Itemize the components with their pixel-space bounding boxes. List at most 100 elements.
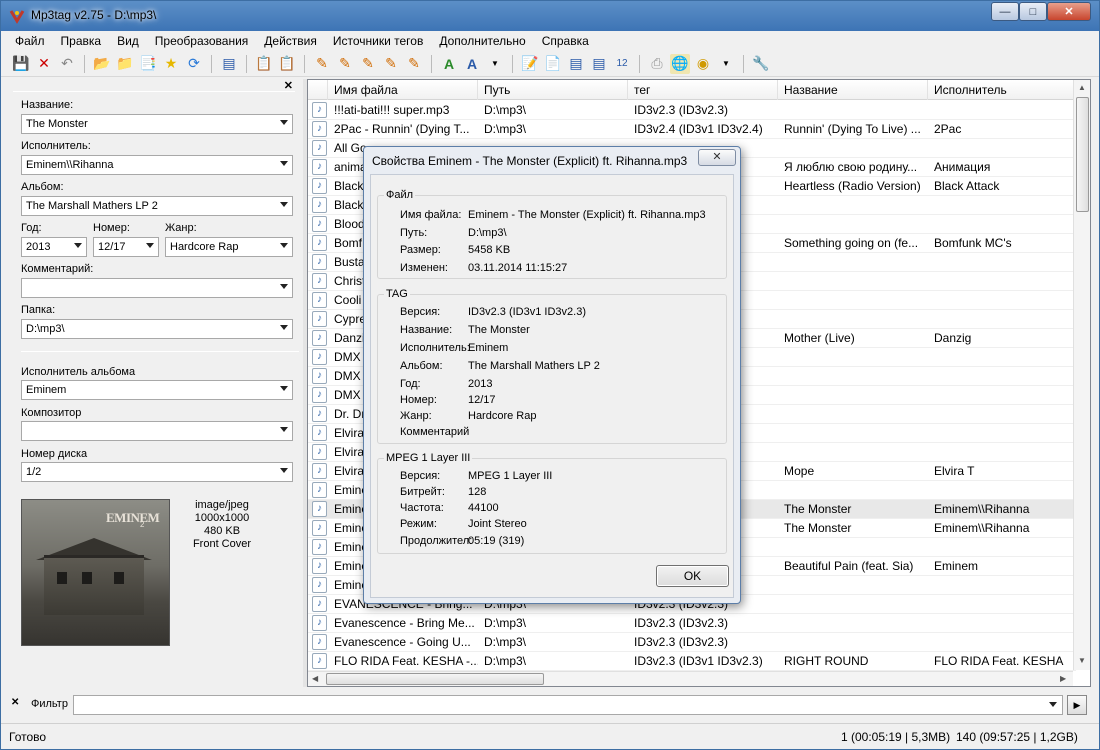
tag-track-key: Номер: [400,394,437,406]
toolbar-separator [304,54,305,73]
disc-field[interactable]: 1/2 [21,462,293,482]
menu-help[interactable]: Справка [534,34,597,48]
filter-close-icon[interactable]: ✕ [11,697,19,708]
filename-filename-icon[interactable]: ✎ [404,54,424,74]
favorites-icon[interactable]: ★ [161,54,181,74]
undo-icon[interactable]: ↶ [57,54,77,74]
album-field[interactable]: The Marshall Mathers LP 2 [21,196,293,216]
filter-apply-button[interactable]: ▶ [1067,695,1087,715]
title-label: Название: [21,99,74,111]
paste-tag-icon[interactable]: 📋 [277,54,297,74]
genre-field[interactable]: Hardcore Rap [165,237,293,257]
tag-title-key: Название: [400,324,453,336]
composer-field[interactable] [21,421,293,441]
cell-path: D:\mp3\ [484,654,527,668]
app-icon [9,10,25,24]
quick-actions-icon[interactable]: A [462,54,482,74]
file-path-value: D:\mp3\ [468,227,507,239]
close-button[interactable]: ✕ [1047,2,1091,21]
actions-icon[interactable]: A [439,54,459,74]
actions-dropdown-icon[interactable]: ▼ [485,54,505,74]
menu-tag-sources[interactable]: Источники тегов [325,34,431,48]
folder-field[interactable]: D:\mp3\ [21,319,293,339]
toolbar-separator [512,54,513,73]
track-field[interactable]: 12/17 [93,237,159,257]
album-artist-field[interactable]: Eminem [21,380,293,400]
column-artist[interactable]: Исполнитель [928,80,1078,100]
chevron-down-icon [280,468,288,473]
tag-filename-icon[interactable]: ✎ [312,54,332,74]
menu-extra[interactable]: Дополнительно [431,34,533,48]
audio-file-icon: ♪ [312,387,327,403]
menu-file[interactable]: Файл [7,34,53,48]
options-wrench-icon[interactable]: 🔧 [751,54,771,74]
column-tag[interactable]: тег [628,80,778,100]
file-path-key: Путь: [400,227,428,239]
ok-button[interactable]: OK [656,565,729,587]
text-tag-icon[interactable]: ✎ [358,54,378,74]
artist-field[interactable]: Eminem\\Rihanna [21,155,293,175]
scroll-thumb[interactable] [1076,97,1089,212]
add-dir-icon[interactable]: 📁 [115,54,135,74]
tag-tag-icon[interactable]: ✎ [381,54,401,74]
menu-convert[interactable]: Преобразования [147,34,257,48]
maximize-button[interactable]: □ [1019,2,1047,21]
menu-edit[interactable]: Правка [53,34,110,48]
export-icon[interactable]: 📝 [520,54,540,74]
audio-file-icon: ♪ [312,482,327,498]
table-row[interactable]: ♪ Evanescence - Going U... D:\mp3\ ID3v2.3 … [308,633,1076,652]
audio-file-icon: ♪ [312,501,327,517]
properties-dialog: Свойства Eminem - The Monster (Explicit)… [363,146,741,604]
web-sources-icon[interactable]: 🌐 [670,53,690,74]
remove-tag-icon[interactable]: ✕ [34,54,54,74]
menu-actions[interactable]: Действия [256,34,325,48]
playlist-icon[interactable]: 📑 [138,54,158,74]
minimize-button[interactable]: — [991,2,1019,21]
filter-input[interactable] [73,695,1063,715]
print-icon[interactable]: ⎙ [647,54,667,74]
column-title[interactable]: Название [778,80,928,100]
table-row[interactable]: ♪ FLO RIDA Feat. KESHA -... D:\mp3\ ID3v2.3… [308,652,1076,671]
extended-tags-icon[interactable]: ▤ [566,54,586,74]
export-playlist-icon[interactable]: 📄 [543,54,563,74]
tag-genre-key: Жанр: [400,410,432,422]
change-dir-icon[interactable]: 📂 [92,54,112,74]
album-cover-image[interactable]: EMINEM 2 [21,499,170,646]
copy-tag-icon[interactable]: 📋 [254,54,274,74]
menu-view[interactable]: Вид [109,34,147,48]
table-row[interactable]: ♪ !!!ati-bati!!! super.mp3 D:\mp3\ ID3v2.3 … [308,101,1076,120]
column-filename[interactable]: Имя файла [328,80,478,100]
cell-tag: ID3v2.3 (ID3v2.3) [634,635,729,649]
chevron-down-icon [280,427,288,432]
tag-genre-value: Hardcore Rap [468,410,537,422]
scroll-thumb[interactable] [326,673,544,685]
dialog-close-button[interactable]: ✕ [698,149,736,166]
year-field[interactable]: 2013 [21,237,87,257]
scroll-up-icon[interactable]: ▲ [1078,83,1086,92]
title-bar[interactable]: Mp3tag v2.75 - D:\mp3\ — □ ✕ [1,1,1099,31]
properties-icon[interactable]: ▤ [589,54,609,74]
cell-artist: Danzig [934,331,972,345]
cell-title: The Monster [784,502,852,516]
scroll-right-icon[interactable]: ▶ [1060,674,1066,683]
vertical-scrollbar[interactable]: ▲ ▼ [1073,80,1090,670]
table-row[interactable]: ♪ 2Pac - Runnin' (Dying T... D:\mp3\ ID3v2.… [308,120,1076,139]
audio-file-icon: ♪ [312,273,327,289]
cell-tag: ID3v2.3 (ID3v1 ID3v2.3) [634,654,763,668]
horizontal-scrollbar[interactable]: ◀ ▶ [308,671,1073,686]
comment-field[interactable] [21,278,293,298]
tag-panel-icon[interactable]: ▤ [219,54,239,74]
filename-tag-icon[interactable]: ✎ [335,54,355,74]
title-value: The Monster [26,118,88,130]
scroll-down-icon[interactable]: ▼ [1078,656,1086,665]
scroll-left-icon[interactable]: ◀ [312,674,318,683]
autonumber-icon[interactable]: 12 [612,54,632,74]
freedb-icon[interactable]: ◉ [693,54,713,74]
refresh-icon[interactable]: ⟳ [184,54,204,74]
table-row[interactable]: ♪ Evanescence - Bring Me... D:\mp3\ ID3v2.3… [308,614,1076,633]
column-path[interactable]: Путь [478,80,628,100]
save-icon[interactable]: 💾 [11,54,31,74]
chevron-down-icon [280,325,288,330]
sources-dropdown-icon[interactable]: ▼ [716,54,736,74]
title-field[interactable]: The Monster [21,114,293,134]
